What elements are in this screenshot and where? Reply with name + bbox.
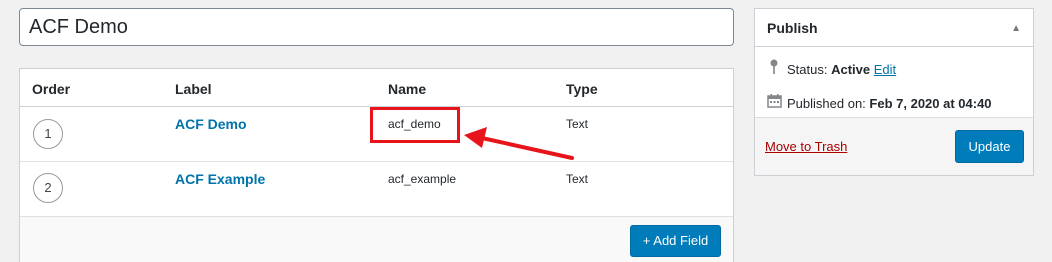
order-badge[interactable]: 2	[33, 173, 63, 203]
status-value: Active	[831, 62, 871, 77]
field-label-link[interactable]: ACF Example	[175, 171, 265, 187]
status-line: Status: Active Edit	[765, 59, 896, 77]
fields-table: Order Label Name Type 1 ACF Demo acf_dem…	[19, 68, 734, 262]
calendar-icon	[765, 93, 783, 111]
field-label-link[interactable]: ACF Demo	[175, 116, 247, 132]
edit-status-link[interactable]: Edit	[874, 62, 896, 77]
field-type: Text	[566, 172, 589, 186]
pin-icon	[765, 59, 783, 77]
move-to-trash-link[interactable]: Move to Trash	[765, 139, 847, 154]
triangle-up-icon[interactable]: ▲	[1011, 23, 1021, 34]
header-type: Type	[566, 81, 598, 97]
fields-footer: + Add Field	[20, 217, 733, 262]
fields-header: Order Label Name Type	[20, 69, 733, 107]
field-name: acf_example	[388, 172, 457, 186]
post-title-input[interactable]: ACF Demo	[19, 8, 734, 46]
published-line: Published on: Feb 7, 2020 at 04:40	[765, 93, 992, 111]
table-row: 2 ACF Example acf_example Text	[20, 162, 733, 217]
publish-title: Publish	[767, 20, 818, 36]
add-field-button[interactable]: + Add Field	[630, 225, 721, 257]
publish-header: Publish ▲	[755, 9, 1033, 47]
highlight-box	[370, 107, 460, 143]
order-badge[interactable]: 1	[33, 119, 63, 149]
header-name: Name	[388, 81, 427, 97]
publish-footer: Move to Trash Update	[755, 117, 1033, 175]
update-button[interactable]: Update	[955, 130, 1024, 163]
header-label: Label	[175, 81, 212, 97]
published-value: Feb 7, 2020 at 04:40	[869, 96, 992, 111]
status-label: Status:	[787, 62, 832, 77]
header-order: Order	[32, 81, 71, 97]
publish-box: Publish ▲ Status: Active Edit Published …	[754, 8, 1034, 176]
published-label: Published on:	[787, 96, 870, 111]
annotation-arrow	[464, 127, 574, 160]
